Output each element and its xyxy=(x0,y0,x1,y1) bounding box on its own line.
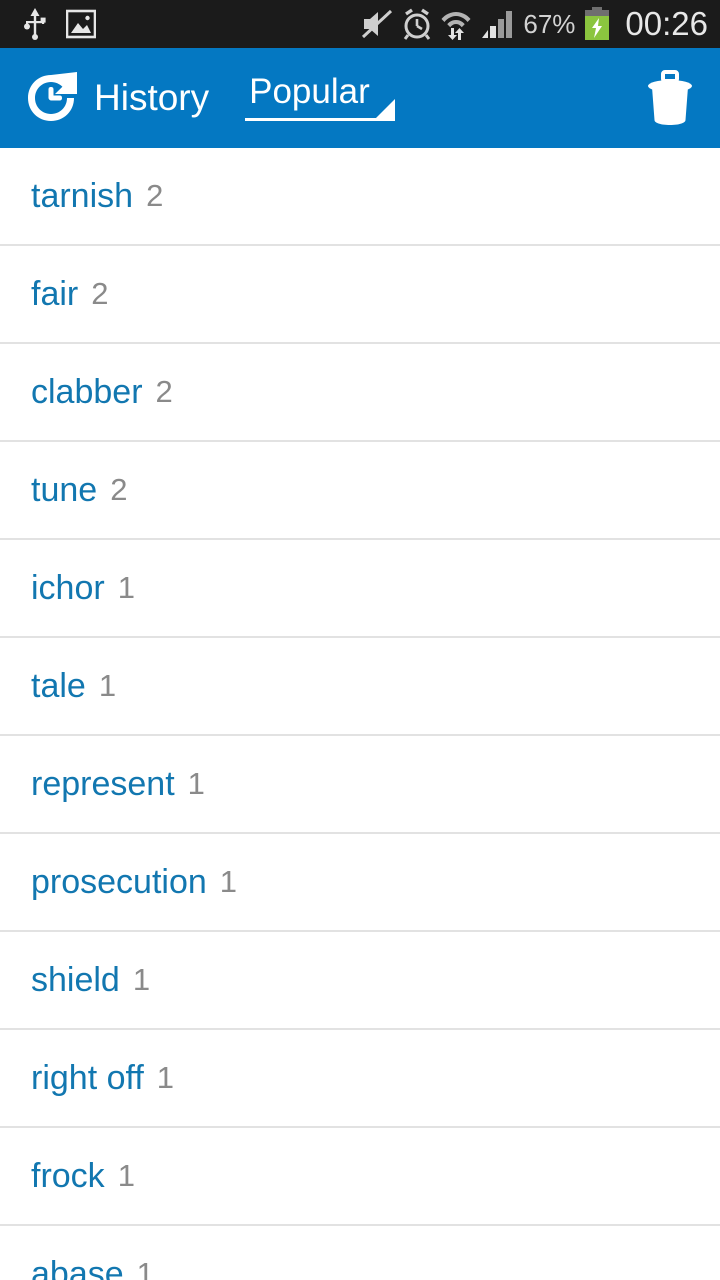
list-item-count: 1 xyxy=(98,668,117,703)
battery-charging-icon xyxy=(585,7,610,40)
list-item[interactable]: tune 2 xyxy=(0,442,720,540)
list-item-count: 1 xyxy=(117,570,135,605)
list-item-count: 2 xyxy=(155,374,173,409)
list-item-word: frock xyxy=(31,1156,105,1195)
list-item-word: fair xyxy=(31,274,79,313)
list-item-word: ichor xyxy=(31,568,105,607)
list-item[interactable]: right off 1 xyxy=(0,1030,720,1128)
list-item[interactable]: prosecution 1 xyxy=(0,834,720,932)
list-item-count: 1 xyxy=(117,1158,135,1193)
list-item-word: clabber xyxy=(31,372,143,411)
list-item-count: 2 xyxy=(146,178,164,213)
list-item[interactable]: fair 2 xyxy=(0,246,720,344)
wifi-icon xyxy=(441,12,471,40)
usb-icon xyxy=(24,8,46,40)
trash-icon xyxy=(648,70,692,125)
list-item-word: prosecution xyxy=(31,862,207,901)
list-item[interactable]: ichor 1 xyxy=(0,540,720,638)
list-item[interactable]: clabber 2 xyxy=(0,344,720,442)
list-item-word: abase xyxy=(31,1254,124,1280)
list-item-count: 1 xyxy=(156,1060,175,1095)
status-bar-left-icons xyxy=(22,8,96,40)
history-icon[interactable] xyxy=(22,69,80,127)
delete-history-button[interactable] xyxy=(642,70,698,126)
chevron-down-icon xyxy=(373,98,396,121)
list-item-count: 2 xyxy=(110,472,128,507)
page-title: History xyxy=(94,77,210,118)
list-item[interactable]: represent 1 xyxy=(0,736,720,834)
alarm-icon xyxy=(404,8,431,40)
list-item-word: represent xyxy=(31,764,175,803)
battery-percent-label: 67% xyxy=(523,8,576,39)
list-item[interactable]: abase 1 xyxy=(0,1226,720,1280)
list-item[interactable]: tale 1 xyxy=(0,638,720,736)
list-item-count: 1 xyxy=(132,962,151,997)
list-item-word: tarnish xyxy=(31,176,134,215)
signal-icon xyxy=(482,11,513,38)
status-bar-right-icons: 67% 00:26 xyxy=(361,5,708,43)
list-item-count: 1 xyxy=(136,1256,154,1280)
mute-icon xyxy=(362,9,393,39)
list-item-count: 2 xyxy=(91,276,109,311)
list-item-count: 1 xyxy=(187,766,205,801)
status-bar-clock: 00:26 xyxy=(625,5,708,42)
list-item-word: right off xyxy=(31,1058,144,1097)
status-bar: 67% 00:26 xyxy=(0,0,720,48)
image-icon xyxy=(66,9,96,39)
list-item-word: tale xyxy=(31,666,86,705)
list-item-word: shield xyxy=(31,960,120,999)
app-bar: History Popular xyxy=(0,48,720,148)
sort-spinner[interactable]: Popular xyxy=(245,72,396,125)
history-list[interactable]: tarnish 2 fair 2 clabber 2 tune 2 ichor … xyxy=(0,148,720,1280)
list-item[interactable]: tarnish 2 xyxy=(0,148,720,246)
list-item[interactable]: shield 1 xyxy=(0,932,720,1030)
list-item-word: tune xyxy=(31,470,98,509)
list-item-count: 1 xyxy=(219,864,238,899)
list-item[interactable]: frock 1 xyxy=(0,1128,720,1226)
